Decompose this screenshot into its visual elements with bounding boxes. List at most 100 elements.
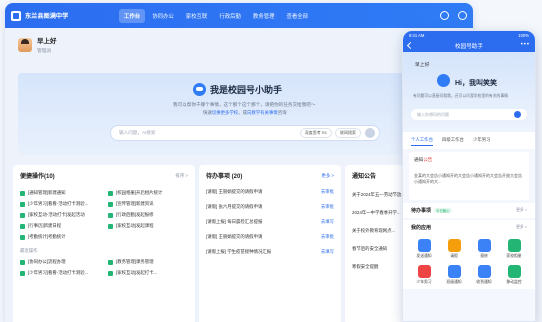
op-icon (108, 201, 113, 207)
quick-op[interactable]: [考勤统计]考勤统计 (20, 234, 100, 240)
recent-op[interactable]: [家校互动]发起打卡... (108, 270, 188, 276)
todo-action[interactable]: 去填写 (321, 249, 334, 255)
todo-row[interactable]: [请假] 王丽娟提交的请假申请 去审批 (206, 189, 334, 195)
recent-op[interactable]: [协同办公]流程办理 (20, 259, 100, 265)
todo-text: [请假] 王丽娟提交的请假申请 (206, 234, 263, 239)
phone-hi: Hi，我叫笑笑 (455, 80, 497, 87)
app-tile[interactable]: 少年男习 (409, 265, 439, 285)
nav-logistics[interactable]: 行政后勤 (214, 9, 246, 23)
phone-ask-input[interactable]: 输入你想问的问题 (411, 109, 527, 120)
quick-op[interactable]: [宣传管理]新建资讯 (108, 201, 188, 207)
phone-tabs: 个人工作台 四级工作台 少年男习 (403, 132, 535, 149)
op-label: [少年男习]看看-活动打卡测验... (28, 201, 89, 206)
phone-time: 9:41 AM (409, 33, 425, 38)
quick-ops-sort[interactable]: 排序 > (175, 173, 188, 179)
phone-notice-card[interactable]: 通知公告 金某的大会告小通知开的大会告小通知开的大会告开放大会告小通知开的大..… (409, 152, 529, 200)
quick-op[interactable]: [家校互动]发起课程 (108, 223, 188, 229)
op-icon (20, 234, 25, 240)
robot-icon (437, 74, 450, 87)
tab-level4[interactable]: 四级工作台 (442, 137, 464, 146)
todo-action[interactable]: 去审批 (321, 234, 334, 240)
op-label: [家校互动-活动打卡]发起活动 (28, 212, 85, 217)
nav-home-school[interactable]: 家校互联 (181, 9, 213, 23)
notice-title: 通知公告 (352, 174, 377, 180)
tab-youth[interactable]: 少年男习 (473, 137, 491, 146)
switch-school-link[interactable]: 切换更多学校 (212, 110, 238, 115)
todo-row[interactable]: [请假上报] 学生疫苗接种情况汇报 去填写 (206, 249, 334, 255)
recent-op[interactable]: [少年男习]看看-活动打卡测验... (20, 270, 100, 276)
op-icon (108, 270, 113, 276)
quick-op[interactable]: [家校互动-活动打卡]发起活动 (20, 212, 100, 218)
nav-office[interactable]: 协同办公 (147, 9, 179, 23)
todo-row[interactable]: [请假] 张六月提交的请假申请 去审批 (206, 204, 334, 210)
app-tile[interactable]: 家校相册 (499, 239, 529, 259)
app-tile[interactable]: 报修 (469, 239, 499, 259)
top-nav-bar: 东兰县图满中学 工作台 协同办公 家校互联 行政后勤 教务管理 查看全部 (5, 3, 473, 28)
recent-ops-list: [协同办公]流程办理 [教务管理]课务管理 [少年男习]看看-活动打卡测验...… (20, 259, 188, 276)
teaching-link[interactable]: 向教学有关事情 (247, 110, 278, 115)
app-tile[interactable]: 收到通知 (469, 265, 499, 285)
op-label: [行事历]新建日程 (28, 223, 62, 228)
nav-view-all[interactable]: 查看全部 (282, 9, 314, 23)
app-tile[interactable]: 发送通知 (409, 239, 439, 259)
hero-title-text: 我是校园号小助手 (210, 85, 283, 95)
hint-suffix: 咨询 (277, 110, 287, 115)
send-icon[interactable] (365, 128, 375, 138)
todo-panel: 待办事项 (20) 更多 > [请假] 王丽娟提交的请假申请 去审批 [请假] 张六… (199, 165, 341, 322)
quick-ops-panel: 便捷操作(10) 排序 > [通知管理]新建通知 [校园相册]开启相片统计 [少年… (13, 165, 195, 322)
quick-op[interactable]: [通知管理]新建通知 (20, 190, 100, 196)
todo-action[interactable]: 去审批 (321, 204, 334, 210)
back-icon[interactable] (406, 41, 415, 50)
more-icon[interactable]: ••• (521, 42, 530, 48)
deep-think-toggle[interactable]: 深度思考 R1 (299, 128, 332, 138)
settings-icon[interactable] (440, 11, 449, 20)
quick-op[interactable]: [校园相册]开启相片统计 (108, 190, 188, 196)
user-icon[interactable] (458, 11, 467, 20)
avatar[interactable] (18, 37, 32, 52)
phone-apps-more[interactable]: 更多 > (516, 225, 527, 230)
op-label: [家校互动]发起打卡... (116, 270, 158, 275)
phone-todo-title: 待办事项 (411, 208, 432, 214)
todo-text: [请假上报] 学生疫苗接种情况汇报 (206, 249, 272, 254)
op-label: [通知管理]新建通知 (28, 190, 66, 195)
hint-mid: ，或 (238, 110, 247, 115)
op-icon (108, 212, 113, 218)
todo-action[interactable]: 去审批 (321, 189, 334, 195)
phone-hero: 早上好 Hi，我叫笑笑 有问题可以直接问我哦，还可以问我学校里的有关的事情 输入… (403, 52, 535, 132)
todo-more[interactable]: 更多 > (321, 173, 334, 179)
youth-icon (417, 265, 431, 278)
notify-icon (417, 239, 431, 252)
op-icon (108, 190, 113, 196)
logo-icon (11, 10, 21, 21)
phone-notice-title: 通知公告 (414, 157, 524, 163)
phone-placeholder: 输入你想问的问题 (417, 111, 449, 117)
tab-personal[interactable]: 个人工作台 (411, 137, 433, 146)
app-tile[interactable]: 请假 (439, 239, 469, 259)
recent-ops-title: 最近操作 (20, 248, 38, 253)
todo-row[interactable]: [请假] 王丽娟提交的请假申请 去审批 (206, 234, 334, 240)
quick-ops-list: [通知管理]新建通知 [校园相册]开启相片统计 [少年男习]看看-活动打卡测验.… (20, 190, 188, 240)
op-label: [少年男习]看看-活动打卡测验... (28, 270, 89, 275)
phone-todo-header: 待办事项 今日截止 更多 > (403, 203, 535, 218)
quick-op[interactable]: [行事历]新建日程 (20, 223, 100, 229)
nav-academic[interactable]: 教务管理 (248, 9, 280, 23)
phone-todo-more[interactable]: 更多 > (516, 208, 527, 213)
web-search-toggle[interactable]: 联网搜索 (335, 128, 361, 138)
app-tile[interactable]: 班级通知 (439, 265, 469, 285)
class-notice-icon (447, 265, 461, 278)
phone-apps-header: 我的应用 更多 > (403, 220, 535, 235)
app-tile[interactable]: 移动监控 (499, 265, 529, 285)
app-label: 班级通知 (446, 280, 462, 284)
quick-op[interactable]: [行政后勤]发起报修 (108, 212, 188, 218)
op-label: [行政后勤]发起报修 (116, 212, 154, 217)
todo-action[interactable]: 去填写 (321, 219, 334, 225)
school-logo[interactable]: 东兰县图满中学 (11, 10, 119, 21)
phone-title-bar: 校园号助手 ••• (403, 40, 535, 52)
op-label: [教务管理]课务管理 (116, 259, 154, 264)
quick-op[interactable]: [少年男习]看看-活动打卡测验... (20, 201, 100, 207)
ask-input[interactable]: 输入问题，AI搜索 深度思考 R1 联网搜索 (110, 125, 380, 141)
nav-workbench[interactable]: 工作台 (119, 8, 146, 23)
send-icon[interactable] (514, 111, 521, 118)
todo-row[interactable]: [请假上报] 每日晨检汇总提报 去填写 (206, 219, 334, 225)
recent-op[interactable]: [教务管理]课务管理 (108, 259, 188, 265)
